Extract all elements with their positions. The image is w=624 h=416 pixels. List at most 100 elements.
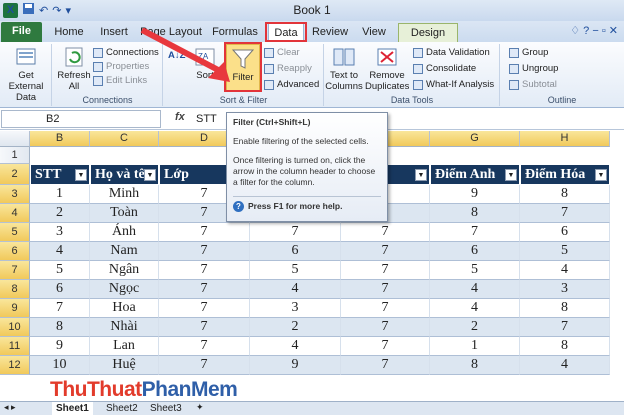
- refresh-all-button[interactable]: Refresh All: [56, 46, 92, 92]
- row-header[interactable]: 5: [0, 223, 30, 242]
- table-cell[interactable]: 8: [520, 299, 610, 318]
- table-cell[interactable]: 7: [430, 223, 520, 242]
- table-cell[interactable]: 9: [250, 356, 341, 375]
- sheet-tab-3[interactable]: Sheet3: [146, 402, 186, 416]
- table-cell[interactable]: 7: [250, 223, 341, 242]
- name-box[interactable]: B2: [1, 110, 161, 128]
- tab-insert[interactable]: Insert: [94, 23, 134, 42]
- table-cell[interactable]: 7: [341, 261, 430, 280]
- table-cell[interactable]: 9: [430, 185, 520, 204]
- table-cell[interactable]: 1: [430, 337, 520, 356]
- new-sheet-icon[interactable]: ✦: [196, 402, 204, 413]
- table-cell[interactable]: Ngân: [90, 261, 159, 280]
- ungroup-button[interactable]: Ungroup: [509, 63, 558, 75]
- table-cell[interactable]: 7: [341, 337, 430, 356]
- filter-dropdown-icon[interactable]: ▼: [505, 169, 517, 181]
- row-header[interactable]: 3: [0, 185, 30, 204]
- table-cell[interactable]: 6: [520, 223, 610, 242]
- table-cell[interactable]: 5: [520, 242, 610, 261]
- help-icons[interactable]: ♢ ? − ▫ ✕: [570, 24, 618, 37]
- table-cell[interactable]: 4: [430, 280, 520, 299]
- consolidate-button[interactable]: Consolidate: [413, 63, 476, 75]
- table-cell[interactable]: 7: [159, 337, 250, 356]
- table-cell[interactable]: 8: [430, 204, 520, 223]
- table-cell[interactable]: 6: [30, 280, 90, 299]
- row-header[interactable]: 7: [0, 261, 30, 280]
- table-cell[interactable]: 7: [341, 299, 430, 318]
- table-cell[interactable]: 8: [520, 185, 610, 204]
- table-cell[interactable]: 1: [30, 185, 90, 204]
- table-cell[interactable]: 8: [30, 318, 90, 337]
- table-cell[interactable]: 2: [250, 318, 341, 337]
- filter-dropdown-icon[interactable]: ▼: [415, 169, 427, 181]
- table-cell[interactable]: 7: [520, 204, 610, 223]
- table-cell[interactable]: Nhài: [90, 318, 159, 337]
- table-cell[interactable]: Lan: [90, 337, 159, 356]
- table-cell[interactable]: 7: [341, 318, 430, 337]
- table-cell[interactable]: 2: [30, 204, 90, 223]
- table-cell[interactable]: Hoa: [90, 299, 159, 318]
- row-header[interactable]: 12: [0, 356, 30, 375]
- tab-view[interactable]: View: [356, 23, 392, 42]
- reapply-button[interactable]: Reapply: [264, 63, 312, 75]
- filter-dropdown-icon[interactable]: ▼: [144, 169, 156, 181]
- table-cell[interactable]: 5: [430, 261, 520, 280]
- table-cell[interactable]: 7: [159, 242, 250, 261]
- table-cell[interactable]: 7: [341, 356, 430, 375]
- row-header[interactable]: 10: [0, 318, 30, 337]
- group-button[interactable]: Group: [509, 47, 548, 59]
- text-to-columns-button[interactable]: Text to Columns: [325, 46, 363, 92]
- tab-design[interactable]: Design: [398, 23, 458, 42]
- table-cell[interactable]: 3: [250, 299, 341, 318]
- table-cell[interactable]: Toàn: [90, 204, 159, 223]
- row-header[interactable]: 11: [0, 337, 30, 356]
- table-cell[interactable]: 4: [520, 261, 610, 280]
- filter-dropdown-icon[interactable]: ▼: [595, 169, 607, 181]
- table-cell[interactable]: 5: [250, 261, 341, 280]
- table-cell[interactable]: 8: [430, 356, 520, 375]
- table-cell[interactable]: Huệ: [90, 356, 159, 375]
- table-cell[interactable]: Minh: [90, 185, 159, 204]
- table-cell[interactable]: 3: [520, 280, 610, 299]
- table-cell[interactable]: 7: [159, 261, 250, 280]
- table-cell[interactable]: Nam: [90, 242, 159, 261]
- table-cell[interactable]: 4: [250, 337, 341, 356]
- table-cell[interactable]: 7: [159, 356, 250, 375]
- table-cell[interactable]: 7: [159, 299, 250, 318]
- table-cell[interactable]: 4: [430, 299, 520, 318]
- table-cell[interactable]: Ngọc: [90, 280, 159, 299]
- row-header[interactable]: 8: [0, 280, 30, 299]
- data-validation-button[interactable]: Data Validation: [413, 47, 490, 59]
- row-header[interactable]: 2: [0, 164, 30, 185]
- table-cell[interactable]: 3: [30, 223, 90, 242]
- table-cell[interactable]: 7: [159, 280, 250, 299]
- table-cell[interactable]: 7: [520, 318, 610, 337]
- row-header[interactable]: 1: [0, 147, 30, 164]
- fx-icon[interactable]: fx: [175, 111, 185, 123]
- sheet-tab-2[interactable]: Sheet2: [102, 402, 142, 416]
- remove-duplicates-button[interactable]: Remove Duplicates: [365, 46, 409, 92]
- table-cell[interactable]: 7: [159, 223, 250, 242]
- what-if-button[interactable]: What-If Analysis: [413, 79, 494, 91]
- tab-home[interactable]: Home: [50, 23, 88, 42]
- table-cell[interactable]: 5: [30, 261, 90, 280]
- table-cell[interactable]: 9: [30, 337, 90, 356]
- table-cell[interactable]: 7: [341, 223, 430, 242]
- select-all-corner[interactable]: [0, 131, 30, 147]
- table-cell[interactable]: 10: [30, 356, 90, 375]
- table-cell[interactable]: Ánh: [90, 223, 159, 242]
- tab-review[interactable]: Review: [310, 23, 350, 42]
- table-cell[interactable]: 7: [159, 318, 250, 337]
- row-header[interactable]: 6: [0, 242, 30, 261]
- formula-content[interactable]: STT: [196, 113, 217, 125]
- table-cell[interactable]: 4: [520, 356, 610, 375]
- column-header[interactable]: H: [520, 131, 610, 147]
- row-header[interactable]: 4: [0, 204, 30, 223]
- row-header[interactable]: 9: [0, 299, 30, 318]
- sheet-tab-1[interactable]: Sheet1: [52, 402, 93, 416]
- tab-file[interactable]: File: [1, 22, 42, 42]
- table-cell[interactable]: 6: [430, 242, 520, 261]
- table-cell[interactable]: 8: [520, 337, 610, 356]
- table-cell[interactable]: 7: [341, 242, 430, 261]
- column-header[interactable]: C: [90, 131, 159, 147]
